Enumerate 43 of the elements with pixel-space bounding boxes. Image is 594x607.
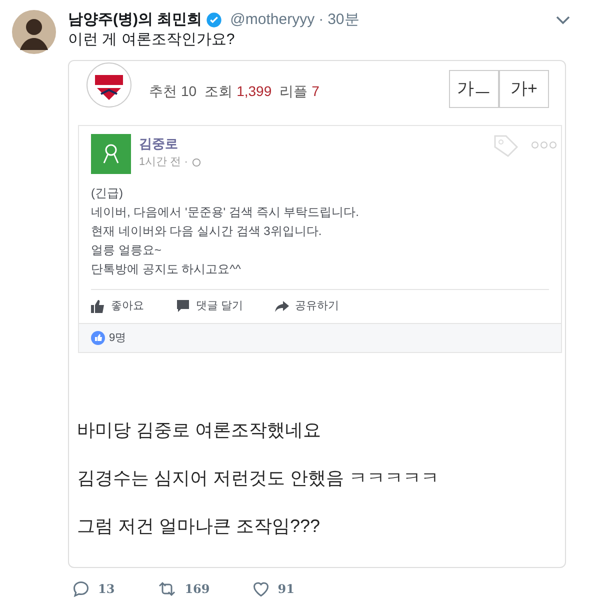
- user-handle[interactable]: @motheryyy: [230, 10, 315, 30]
- action-count: 169: [184, 581, 210, 598]
- tweet-time[interactable]: 30분: [328, 10, 360, 30]
- font-size-button[interactable]: 가ㅡ: [449, 70, 499, 108]
- post-action-button[interactable]: 좋아요: [91, 298, 144, 314]
- post-body-line: 그럼 저건 얼마나큰 조작임???: [77, 515, 322, 537]
- retweet-icon[interactable]: [156, 580, 177, 598]
- stat-label: 추천: [149, 82, 177, 100]
- share-arrow-icon[interactable]: [275, 300, 290, 312]
- avatar[interactable]: [12, 10, 56, 54]
- chevron-down-icon[interactable]: [556, 15, 570, 25]
- post-body-line: 바미당 김중로 여론조작했네요: [77, 419, 322, 441]
- separator: ·: [318, 10, 324, 30]
- heart-icon[interactable]: [252, 580, 270, 598]
- post-body-line: 김경수는 심지어 저런것도 안했음 ㅋㅋㅋㅋㅋ: [77, 467, 440, 489]
- thumbs-up-icon[interactable]: [91, 300, 105, 313]
- post-text-line: 얼릉 얼릉요~: [91, 243, 162, 258]
- tigers-logo-icon: [85, 62, 133, 108]
- stat-label: 리플: [280, 82, 308, 100]
- action-count: 13: [98, 581, 115, 598]
- reaction-count[interactable]: 9명: [109, 330, 126, 346]
- globe-icon: [192, 158, 201, 167]
- action-count: 91: [278, 581, 294, 598]
- author-name[interactable]: 남양주(병)의 최민희: [68, 10, 202, 30]
- stat-value: 7: [312, 82, 320, 100]
- stat-value: 10: [181, 82, 197, 100]
- reply-icon[interactable]: [72, 580, 90, 598]
- stat-value: 1,399: [236, 82, 272, 100]
- stat-label: 조회: [204, 82, 233, 100]
- like-reaction-icon: [91, 330, 105, 345]
- page-avatar[interactable]: [91, 134, 131, 174]
- tweet-text: 이런 게 여론조작인가요?: [68, 30, 236, 50]
- attached-image[interactable]: 추천 10 조회 1,399 리플 7 가ㅡ 가+ 김중로 1시간 전 · (긴급) 네이버, 다음에서 '문준용' 검색 즉시 부탁드립니다. 현재 네이버와 다음 실시간 검색 3위입니다. 얼릉 얼릉요~ 단톡방에 공지도 하시고요^^ 좋아요 댓글 달기 공유하기 9명 바미당 김중로 여론조작했네요 김경수는 심지어 저런것도 안했음 ㅋㅋㅋㅋㅋ 그럼 저건 얼마나큰 조작임???: [68, 60, 566, 568]
- speech-bubble-icon[interactable]: [176, 300, 190, 313]
- post-text-line: 현재 네이버와 다음 실시간 검색 3위입니다.: [91, 224, 323, 239]
- post-action-button[interactable]: 공유하기: [275, 298, 340, 314]
- post-author[interactable]: 김중로: [139, 134, 201, 154]
- post-time: 1시간 전 ·: [139, 155, 188, 170]
- post-action-button[interactable]: 댓글 달기: [176, 298, 244, 314]
- font-size-button[interactable]: 가+: [499, 70, 549, 108]
- post-text-line: 단톡방에 공지도 하시고요^^: [91, 262, 242, 277]
- post-text-line: (긴급): [91, 186, 124, 201]
- post-text-line: 네이버, 다음에서 '문준용' 검색 즉시 부탁드립니다.: [91, 205, 360, 220]
